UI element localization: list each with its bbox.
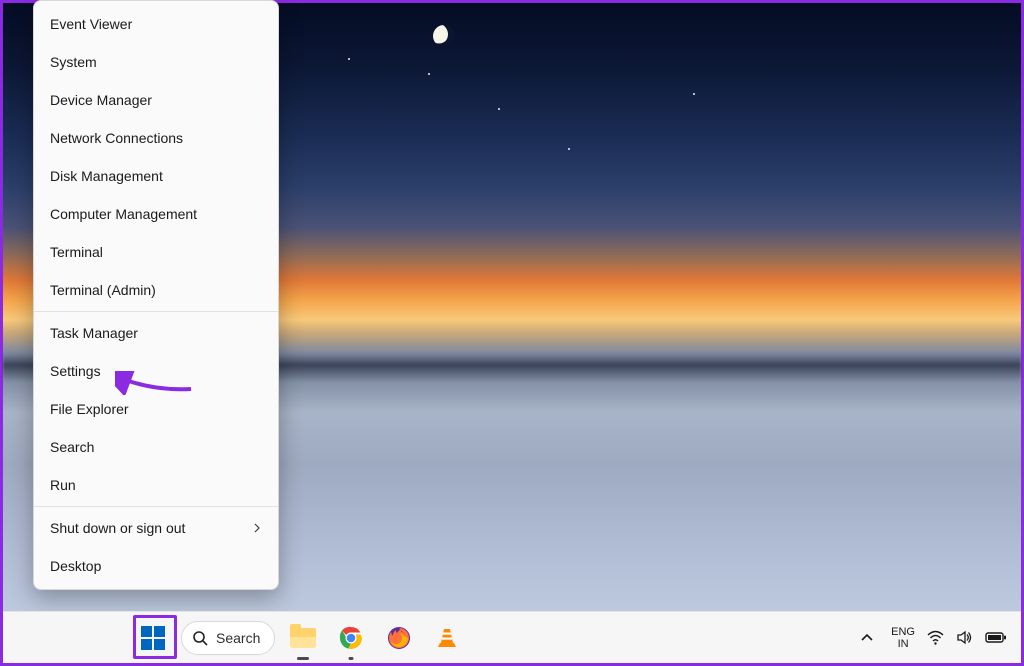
menu-label: Device Manager: [50, 92, 152, 108]
start-button[interactable]: [133, 618, 173, 658]
moon-graphic: [430, 22, 458, 50]
firefox-icon: [387, 626, 411, 650]
menu-label: System: [50, 54, 97, 70]
menu-item-computer-management[interactable]: Computer Management: [34, 195, 278, 233]
language-indicator[interactable]: ENG IN: [891, 626, 915, 650]
winx-context-menu: Event Viewer System Device Manager Netwo…: [33, 0, 279, 590]
file-explorer-icon: [290, 628, 316, 648]
star-graphic: [348, 58, 350, 60]
menu-item-run[interactable]: Run: [34, 466, 278, 504]
menu-label: Search: [50, 439, 94, 455]
menu-label: Computer Management: [50, 206, 197, 222]
star-graphic: [568, 148, 570, 150]
menu-item-event-viewer[interactable]: Event Viewer: [34, 5, 278, 43]
star-graphic: [693, 93, 695, 95]
menu-label: Terminal: [50, 244, 103, 260]
open-indicator: [297, 657, 309, 660]
menu-label: Settings: [50, 363, 101, 379]
menu-label: Task Manager: [50, 325, 138, 341]
menu-item-terminal-admin[interactable]: Terminal (Admin): [34, 271, 278, 309]
speaker-icon[interactable]: [956, 629, 973, 646]
menu-item-device-manager[interactable]: Device Manager: [34, 81, 278, 119]
menu-item-search[interactable]: Search: [34, 428, 278, 466]
menu-item-system[interactable]: System: [34, 43, 278, 81]
taskbar: Search: [3, 611, 1021, 663]
battery-icon[interactable]: [985, 629, 1007, 646]
menu-label: File Explorer: [50, 401, 129, 417]
windows-logo-icon: [141, 626, 165, 650]
menu-label: Desktop: [50, 558, 101, 574]
chrome-icon: [339, 626, 363, 650]
chevron-right-icon: [252, 523, 262, 533]
menu-label: Network Connections: [50, 130, 183, 146]
taskbar-app-firefox[interactable]: [379, 618, 419, 658]
menu-item-desktop[interactable]: Desktop: [34, 547, 278, 585]
menu-item-shut-down-or-sign-out[interactable]: Shut down or sign out: [34, 509, 278, 547]
language-bottom: IN: [891, 638, 915, 650]
systray-overflow-button[interactable]: [855, 618, 879, 658]
vlc-icon: [435, 626, 459, 650]
open-indicator: [349, 657, 354, 660]
star-graphic: [498, 108, 500, 110]
language-top: ENG: [891, 626, 915, 638]
taskbar-search[interactable]: Search: [181, 621, 275, 655]
menu-label: Event Viewer: [50, 16, 132, 32]
menu-item-terminal[interactable]: Terminal: [34, 233, 278, 271]
menu-label: Disk Management: [50, 168, 163, 184]
star-graphic: [428, 73, 430, 75]
menu-item-file-explorer[interactable]: File Explorer: [34, 390, 278, 428]
taskbar-app-file-explorer[interactable]: [283, 618, 323, 658]
search-label: Search: [216, 630, 260, 646]
menu-label: Terminal (Admin): [50, 282, 156, 298]
taskbar-app-vlc[interactable]: [427, 618, 467, 658]
menu-separator: [34, 311, 278, 312]
menu-item-disk-management[interactable]: Disk Management: [34, 157, 278, 195]
menu-item-network-connections[interactable]: Network Connections: [34, 119, 278, 157]
menu-label: Shut down or sign out: [50, 520, 185, 536]
menu-label: Run: [50, 477, 76, 493]
taskbar-app-chrome[interactable]: [331, 618, 371, 658]
menu-separator: [34, 506, 278, 507]
search-icon: [192, 630, 208, 646]
chevron-up-icon: [860, 631, 874, 645]
wifi-icon[interactable]: [927, 629, 944, 646]
menu-item-settings[interactable]: Settings: [34, 352, 278, 390]
menu-item-task-manager[interactable]: Task Manager: [34, 314, 278, 352]
